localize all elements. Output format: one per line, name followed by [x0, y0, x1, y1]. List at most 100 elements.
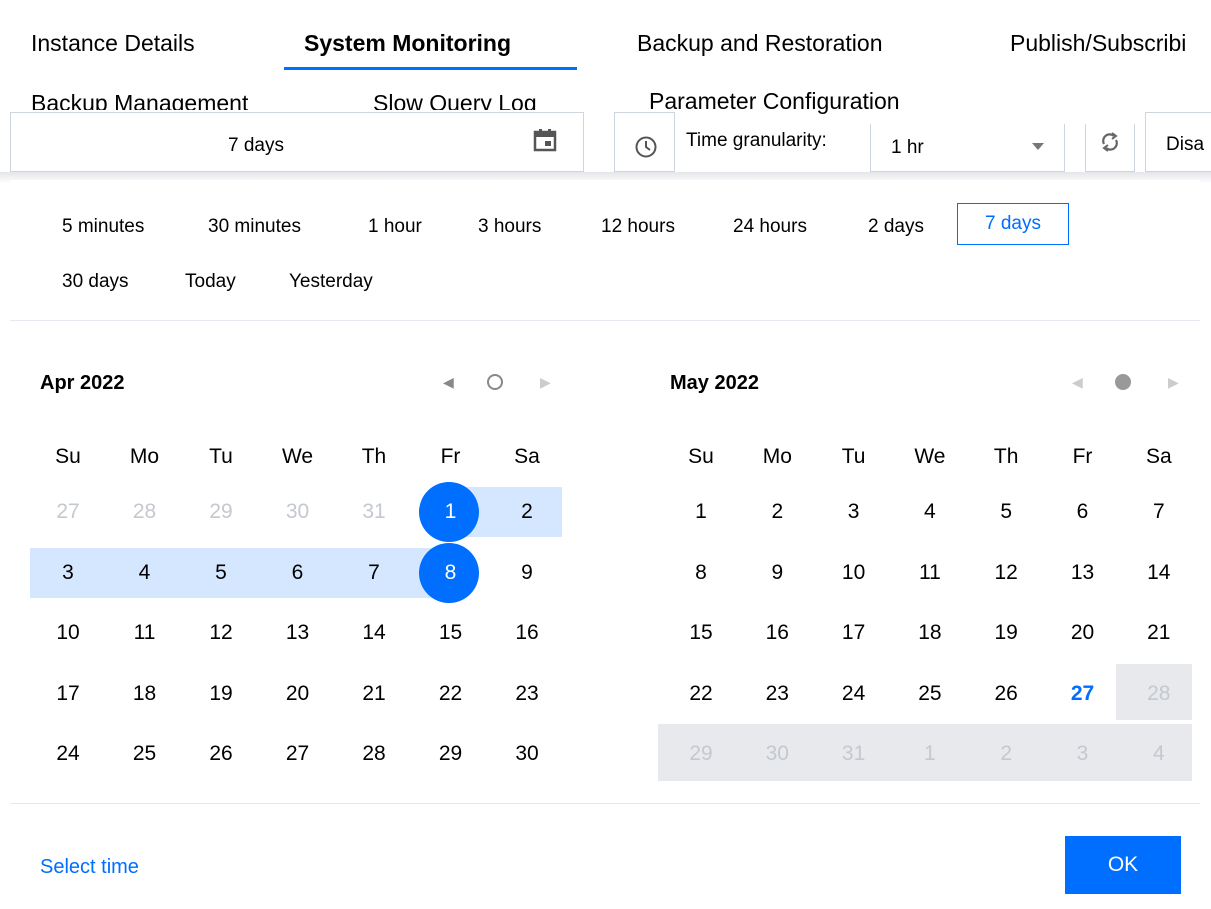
calendar-day[interactable]: 10 [43, 615, 93, 651]
calendar-day[interactable]: 15 [426, 615, 476, 651]
granularity-value: 1 hr [891, 137, 924, 158]
calendar-day[interactable]: 18 [905, 615, 955, 651]
calendar-day[interactable]: 6 [1058, 494, 1108, 530]
calendar-day[interactable]: 23 [502, 676, 552, 712]
tab-system-monitoring[interactable]: System Monitoring [304, 30, 511, 57]
date-range-picker[interactable] [10, 112, 584, 172]
tab-parameter-configuration[interactable]: Parameter Configuration [649, 88, 900, 115]
calendar-day[interactable]: 24 [829, 676, 879, 712]
calendar-day[interactable]: 20 [273, 676, 323, 712]
calendar-day[interactable]: 20 [1058, 615, 1108, 651]
calendar-day: 3 [1076, 742, 1089, 765]
calendar-day[interactable]: 16 [502, 615, 552, 651]
calendar-day[interactable]: 23 [752, 676, 802, 712]
select-time-link[interactable]: Select time [40, 856, 139, 879]
quick-option-1-hour[interactable]: 1 hour [368, 216, 422, 238]
quick-option-12-hours[interactable]: 12 hours [601, 216, 675, 238]
calendar-day[interactable]: 2 [502, 494, 552, 530]
calendar-day[interactable]: 7 [349, 555, 399, 591]
weekday-header: We [281, 445, 314, 468]
next-month-icon[interactable]: ▶ [540, 374, 551, 391]
prev-month-icon[interactable]: ◀ [443, 374, 454, 391]
calendar-day[interactable]: 2 [752, 494, 802, 530]
calendar-day[interactable]: 27 [273, 736, 323, 772]
calendar-day[interactable]: 11 [120, 615, 170, 651]
calendar-day[interactable]: 7 [1134, 494, 1184, 530]
calendar-day[interactable]: 5 [981, 494, 1031, 530]
calendar-day[interactable]: 1 [426, 494, 476, 530]
clock-icon [634, 135, 658, 164]
quick-option-today[interactable]: Today [185, 271, 236, 293]
calendar-day[interactable]: 28 [349, 736, 399, 772]
calendar-day[interactable]: 25 [905, 676, 955, 712]
calendar-day[interactable]: 17 [43, 676, 93, 712]
calendar-day[interactable]: 18 [120, 676, 170, 712]
quick-option-yesterday[interactable]: Yesterday [289, 271, 373, 293]
calendar-day[interactable]: 12 [196, 615, 246, 651]
calendar-day[interactable]: 26 [196, 736, 246, 772]
calendar-day[interactable]: 16 [752, 615, 802, 651]
calendar-day[interactable]: 4 [120, 555, 170, 591]
calendar-day: 2 [1000, 742, 1013, 765]
quick-option-7-days[interactable]: 7 days [957, 203, 1069, 245]
current-month-icon[interactable] [487, 374, 503, 390]
calendar-day: 29 [689, 742, 713, 765]
calendar-day[interactable]: 8 [426, 555, 476, 591]
calendar-day[interactable]: 21 [349, 676, 399, 712]
calendar-day[interactable]: 12 [981, 555, 1031, 591]
weekday-header: Tu [841, 445, 866, 468]
weekday-header: Su [688, 445, 714, 468]
quick-options-divider [10, 320, 1200, 321]
calendar-day[interactable]: 25 [120, 736, 170, 772]
weekday-header: Mo [762, 445, 792, 468]
calendar-day[interactable]: 3 [43, 555, 93, 591]
calendar-day[interactable]: 13 [273, 615, 323, 651]
calendar-day[interactable]: 15 [676, 615, 726, 651]
calendar-day[interactable]: 6 [273, 555, 323, 591]
tab-backup-restoration[interactable]: Backup and Restoration [637, 30, 883, 57]
tab-instance-details[interactable]: Instance Details [31, 30, 195, 57]
current-month-icon[interactable] [1115, 374, 1131, 390]
calendar-day[interactable]: 17 [829, 615, 879, 651]
tab-backup-management[interactable]: Backup Management [31, 90, 248, 110]
calendar-day[interactable]: 19 [196, 676, 246, 712]
calendar-day[interactable]: 19 [981, 615, 1031, 651]
calendar-day[interactable]: 11 [905, 555, 955, 591]
calendar-day[interactable]: 9 [752, 555, 802, 591]
quick-option-24-hours[interactable]: 24 hours [733, 216, 807, 238]
calendar-day[interactable]: 29 [426, 736, 476, 772]
quick-option-30-days[interactable]: 30 days [62, 271, 129, 293]
quick-option-5-minutes[interactable]: 5 minutes [62, 216, 144, 238]
quick-option-30-minutes[interactable]: 30 minutes [208, 216, 301, 238]
calendar-day[interactable]: 22 [426, 676, 476, 712]
weekday-header: We [914, 445, 946, 468]
calendar-day[interactable]: 4 [905, 494, 955, 530]
calendar-day[interactable]: 22 [676, 676, 726, 712]
calendar-day[interactable]: 26 [981, 676, 1031, 712]
calendar-day[interactable]: 30 [502, 736, 552, 772]
calendar-day: 31 [362, 500, 386, 523]
calendar-day[interactable]: 14 [349, 615, 399, 651]
calendar-day[interactable]: 24 [43, 736, 93, 772]
quick-option-3-hours[interactable]: 3 hours [478, 216, 541, 238]
calendar-day[interactable]: 10 [829, 555, 879, 591]
calendar-day: 31 [841, 742, 866, 765]
tab-slow-query-log[interactable]: Slow Query Log [373, 90, 537, 110]
calendar-day[interactable]: 21 [1134, 615, 1184, 651]
calendar-day[interactable]: 13 [1058, 555, 1108, 591]
next-month-icon[interactable]: ▶ [1168, 374, 1179, 391]
calendar-day[interactable]: 1 [676, 494, 726, 530]
april-calendar-title: Apr 2022 [40, 372, 125, 394]
ok-button[interactable]: OK [1065, 836, 1181, 894]
calendar-day[interactable]: 14 [1134, 555, 1184, 591]
calendar-day[interactable]: 8 [676, 555, 726, 591]
calendar-icon [533, 128, 557, 157]
prev-month-icon[interactable]: ◀ [1072, 374, 1083, 391]
tab-publish-subscribe[interactable]: Publish/Subscribi [1010, 30, 1186, 57]
calendar-day[interactable]: 9 [502, 555, 552, 591]
quick-option-2-days[interactable]: 2 days [868, 216, 924, 238]
calendar-day[interactable]: 27 [1058, 676, 1108, 712]
calendar-day: 30 [285, 500, 310, 523]
calendar-day[interactable]: 5 [196, 555, 246, 591]
calendar-day[interactable]: 3 [829, 494, 879, 530]
